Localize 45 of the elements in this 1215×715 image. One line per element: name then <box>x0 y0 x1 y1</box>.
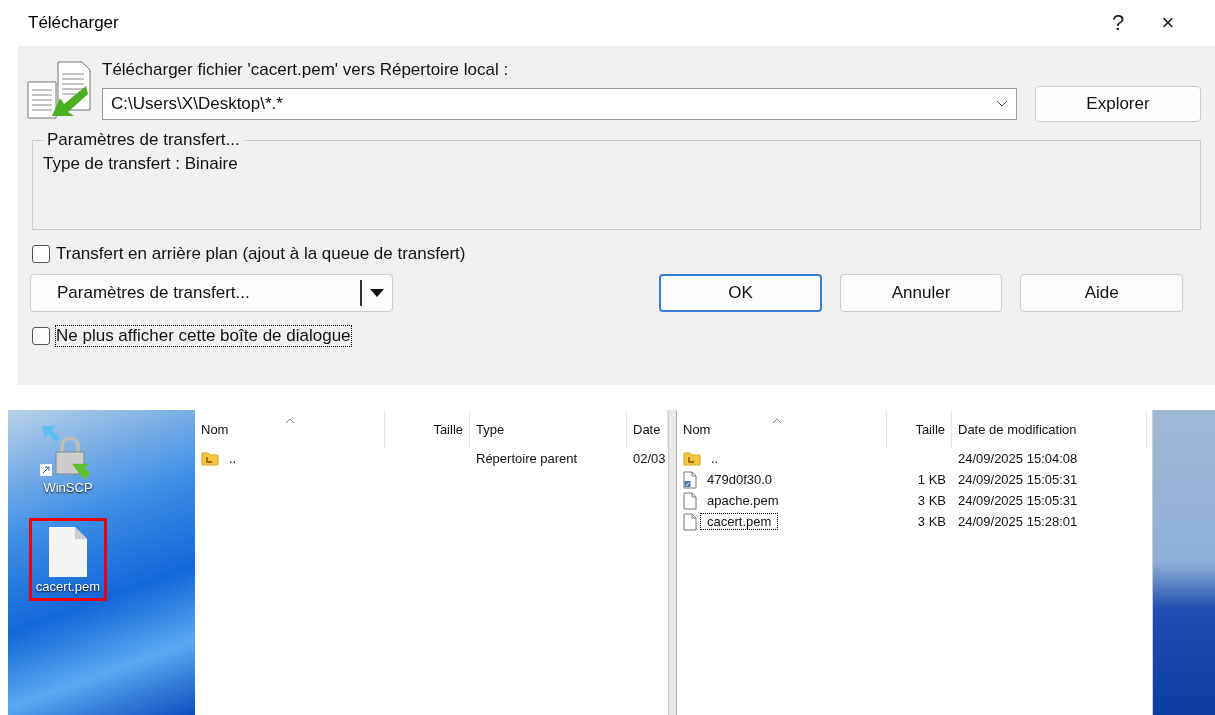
checkbox[interactable] <box>32 245 50 263</box>
browse-button[interactable]: Explorer <box>1035 86 1201 122</box>
file-icon <box>683 512 697 531</box>
type-cell-text: Répertoire parent <box>475 451 579 466</box>
group-title: Paramètres de transfert... <box>46 130 241 150</box>
column-header[interactable]: Taille <box>385 410 470 448</box>
size-cell-text: 3 KB <box>916 514 947 529</box>
date-cell-text: 24/09/2025 15:28:01 <box>957 514 1079 529</box>
date-cell-text: 02/03 <box>632 451 667 466</box>
dropdown-caret-icon <box>369 289 384 297</box>
file-name[interactable]: apache.pem <box>701 493 785 508</box>
file-icon <box>683 491 697 510</box>
dropdown-caret-icon <box>996 100 1008 108</box>
download-icon <box>24 60 94 122</box>
dialog-button[interactable]: Annuler <box>839 274 1003 312</box>
file-name[interactable]: .. <box>223 451 243 466</box>
checkbox-label[interactable]: Transfert en arrière plan (ajout à la queue de transfert) <box>56 244 466 264</box>
transfer-type-text: Type de transfert : Binaire <box>43 154 238 173</box>
column-header[interactable]: Date <box>627 410 668 448</box>
dialog-button[interactable]: OK <box>659 274 822 312</box>
size-cell-text: 3 KB <box>916 493 947 508</box>
link-file-icon <box>683 470 697 489</box>
date-cell-text: 24/09/2025 15:05:31 <box>957 472 1079 487</box>
column-header[interactable]: Type <box>470 410 627 448</box>
transfer-settings-button[interactable]: Paramètres de transfert... <box>30 274 393 312</box>
checkbox[interactable] <box>32 327 50 345</box>
file-name[interactable]: cacert.pem <box>701 514 778 529</box>
file-name[interactable]: 479d0f30.0 <box>701 472 779 487</box>
dialog-button[interactable]: Aide <box>1020 274 1183 312</box>
checkbox-label[interactable]: Ne plus afficher cette boîte de dialogue <box>56 326 351 346</box>
close-button[interactable]: × <box>1143 9 1193 37</box>
size-cell-text: 1 KB <box>916 472 947 487</box>
date-cell-text: 24/09/2025 15:05:31 <box>957 493 1079 508</box>
help-button[interactable]: ? <box>1093 9 1143 37</box>
dialog-title: Télécharger <box>28 13 120 33</box>
parent-folder-icon <box>683 451 701 466</box>
column-header[interactable]: Nom <box>195 410 385 448</box>
local-path-field[interactable]: C:\Users\X\Desktop\*.* <box>102 88 1017 120</box>
download-prompt: Télécharger fichier 'cacert.pem' vers Répertoire local : <box>102 60 510 80</box>
parent-folder-icon <box>201 451 219 466</box>
column-header[interactable]: Taille <box>887 410 952 448</box>
date-cell-text: 24/09/2025 15:04:08 <box>957 451 1079 466</box>
column-header[interactable]: Date de modification <box>952 410 1147 448</box>
column-header[interactable]: Nom <box>677 410 887 448</box>
file-name[interactable]: .. <box>705 451 725 466</box>
